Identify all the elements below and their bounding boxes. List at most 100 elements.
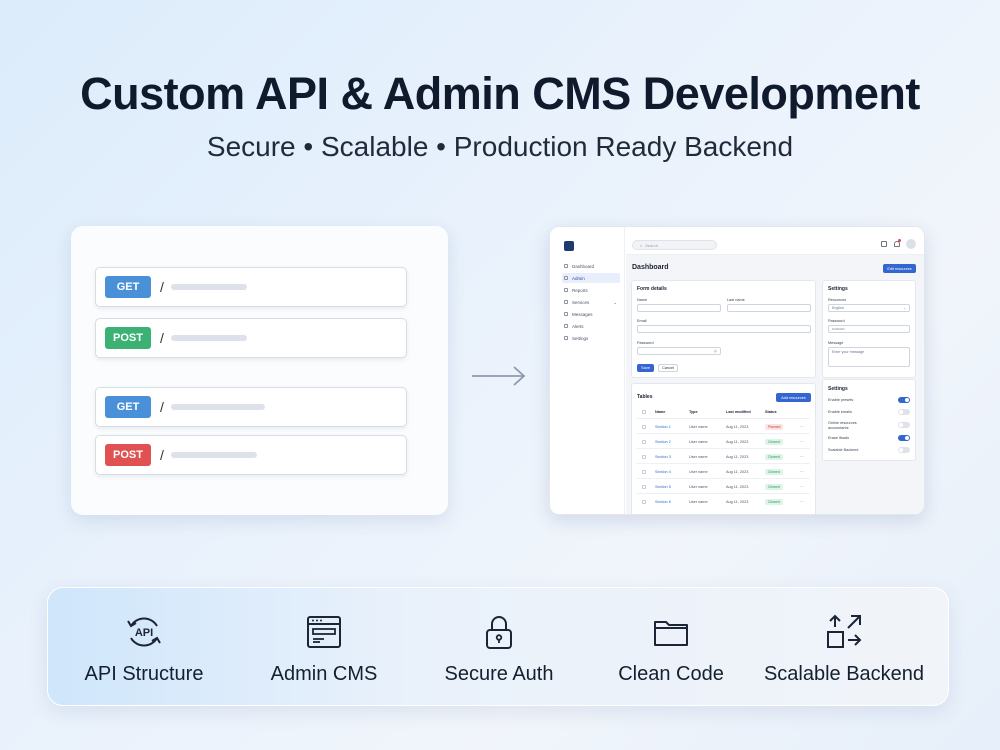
endpoint-row[interactable]: POST / [95,318,407,358]
row-menu-icon[interactable]: ··· [800,500,804,504]
feature-label: Secure Auth [444,663,554,685]
avatar[interactable] [906,239,916,249]
endpoint-row[interactable]: GET / [95,387,407,427]
method-badge: POST [105,327,151,349]
add-resources-button[interactable]: Add resources [776,393,811,402]
column-header-last-modified[interactable]: Last modified [726,410,751,414]
method-badge: POST [105,444,151,466]
admin-dashboard-preview: Dashboard Admin Reports Services ⌄ Messag… [549,226,925,515]
email-field[interactable] [637,325,811,333]
messages-icon [564,312,568,316]
table-cell-date: Aug 11, 2023 [726,485,749,489]
table-cell-name[interactable]: Section 5 [655,485,671,489]
dashboard-main: ⌕ Search Dashboard Edit resources Form de… [626,227,924,514]
name-label: Name [637,298,648,302]
message-textarea[interactable]: Enter your message [828,347,910,367]
cancel-button[interactable]: Cancel [658,364,678,372]
table-cell-type: User name [689,425,708,429]
status-badge: Cleared [765,484,783,490]
row-menu-icon[interactable]: ··· [800,425,804,429]
scale-arrows-icon [827,614,862,648]
status-badge: Planned [765,424,784,430]
home-icon [564,264,568,268]
row-checkbox[interactable] [642,440,646,444]
table-cell-name[interactable]: Section 2 [655,440,671,444]
table-cell-date: Aug 11, 2023 [726,425,749,429]
feature-label: Admin CMS [270,663,378,685]
folder-icon [654,621,688,646]
feature-clean-code: Clean Code [581,588,761,707]
erase-libado-toggle[interactable] [898,435,910,441]
password-label: Password [637,341,654,345]
password-field[interactable]: ◎ [637,347,721,355]
row-divider [636,448,810,449]
resources-label: Resources [828,298,847,302]
toggle-label: Scalable Backend [828,448,859,452]
hero-subtitle: Secure • Scalable • Production Ready Bac… [206,131,794,162]
column-header-name[interactable]: Name [655,410,665,414]
row-menu-icon[interactable]: ··· [800,440,804,444]
password-field[interactable]: •••••••••• [828,325,910,333]
language-select[interactable]: English ⌄ [828,304,910,312]
table-cell-name[interactable]: Section 3 [655,455,671,459]
online-resources-toggle[interactable] [898,422,910,428]
endpoint-row[interactable]: POST / [95,435,407,475]
enable-emails-toggle[interactable] [898,409,910,415]
column-header-type[interactable]: Type [689,410,698,414]
scalable-backend-toggle[interactable] [898,447,910,453]
table-cell-name[interactable]: Section 1 [655,425,671,429]
feature-admin-cms: Admin CMS [234,588,414,707]
path-placeholder-bar [170,404,265,410]
feature-label: Clean Code [618,663,724,685]
panel-title: Settings [828,286,848,292]
path-placeholder-bar [170,335,247,341]
endpoint-path: / [160,399,164,415]
sidebar-item-alerts[interactable]: Alerts [562,321,620,331]
row-menu-icon[interactable]: ··· [800,470,804,474]
panel-title: Tables [637,394,653,400]
top-bar: ⌕ Search [626,227,924,255]
services-icon [564,300,568,304]
status-badge: Cleared [765,499,783,505]
save-button[interactable]: Save [637,364,654,372]
search-input[interactable]: ⌕ Search [632,240,717,250]
last-name-field[interactable] [727,304,811,312]
sidebar-item-messages[interactable]: Messages [562,309,620,319]
panel-title: Form details [637,286,667,292]
endpoint-path: / [160,279,164,295]
sidebar-item-admin[interactable]: Admin [562,273,620,283]
grid-icon[interactable] [881,241,887,247]
row-divider [636,493,810,494]
status-badge: Cleared [765,469,783,475]
column-header-status[interactable]: Status [765,410,777,414]
sidebar-item-settings[interactable]: Settings [562,333,620,343]
hero-title: Custom API & Admin CMS Development [80,68,920,119]
enable-presets-toggle[interactable] [898,397,910,403]
row-menu-icon[interactable]: ··· [800,455,804,459]
row-checkbox[interactable] [642,425,646,429]
select-all-checkbox[interactable] [642,410,646,414]
status-badge: Cleared [765,439,783,445]
svg-text:API: API [135,627,153,639]
table-cell-name[interactable]: Section 4 [655,470,671,474]
row-menu-icon[interactable]: ··· [800,485,804,489]
path-placeholder-bar [170,452,257,458]
sidebar-item-services[interactable]: Services ⌄ [562,297,620,307]
row-checkbox[interactable] [642,455,646,459]
endpoint-row[interactable]: GET / [95,267,407,307]
name-field[interactable] [637,304,721,312]
sidebar-item-dashboard[interactable]: Dashboard [562,261,620,271]
row-checkbox[interactable] [642,500,646,504]
table-cell-name[interactable]: Section 6 [655,500,671,504]
admin-icon [564,276,568,280]
row-checkbox[interactable] [642,485,646,489]
settings-toggles-panel: Settings Enable presets Enable emails On… [822,379,916,461]
sidebar-item-reports[interactable]: Reports [562,285,620,295]
row-checkbox[interactable] [642,470,646,474]
api-cycle-icon: API [127,617,161,647]
feature-label: Scalable Backend [763,663,925,685]
toggle-label: Erase libado [828,436,850,440]
edit-resources-button[interactable]: Edit resources [883,264,916,273]
eye-icon[interactable]: ◎ [714,349,717,353]
search-icon: ⌕ [640,242,643,248]
